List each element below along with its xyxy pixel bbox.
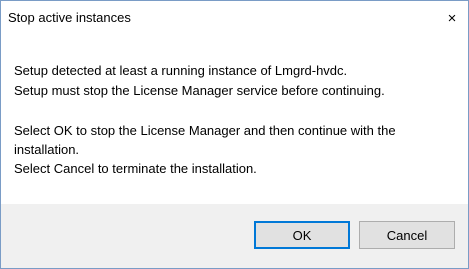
- message-area: Setup detected at least a running instan…: [1, 35, 468, 203]
- cancel-button[interactable]: Cancel: [359, 221, 455, 249]
- close-icon: ×: [447, 9, 457, 27]
- title-bar: Stop active instances ×: [1, 1, 468, 35]
- button-bar: OK Cancel: [1, 204, 468, 268]
- dialog-title: Stop active instances: [8, 10, 131, 25]
- message-line: Select Cancel to terminate the installat…: [14, 161, 257, 176]
- message-line: Setup detected at least a running instan…: [14, 63, 348, 78]
- close-button[interactable]: ×: [436, 1, 468, 35]
- message-line: installation.: [14, 142, 80, 157]
- message-line: Setup must stop the License Manager serv…: [14, 83, 385, 98]
- ok-button[interactable]: OK: [254, 221, 350, 249]
- dialog-window: Stop active instances × Setup detected a…: [0, 0, 469, 269]
- message-line: Select OK to stop the License Manager an…: [14, 123, 396, 138]
